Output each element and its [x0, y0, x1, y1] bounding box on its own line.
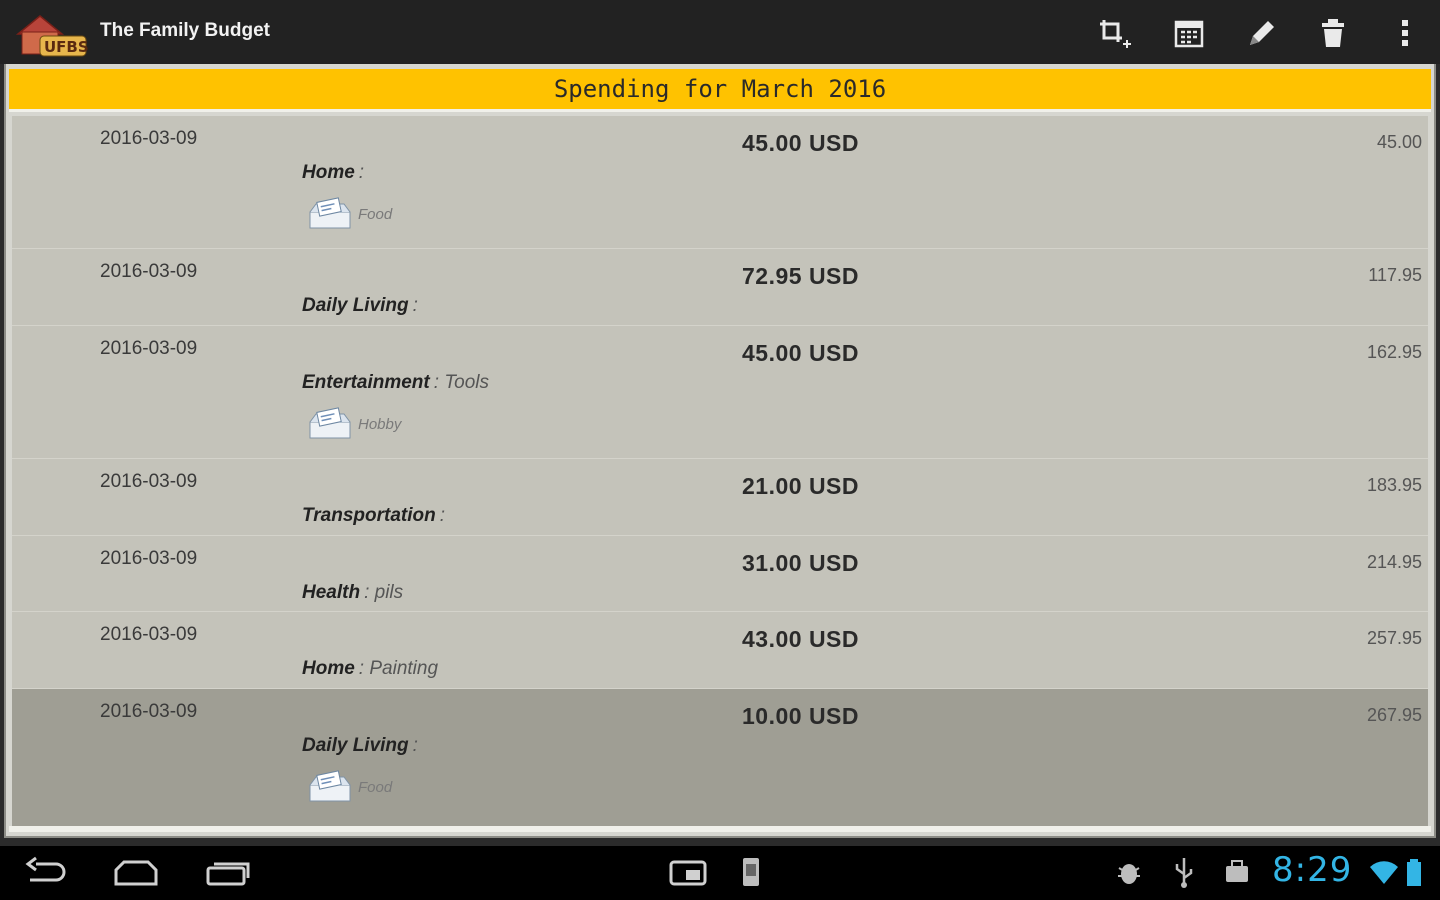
expense-date: 2016-03-09 [100, 624, 198, 645]
expense-category: Home: Painting [302, 658, 438, 680]
crop-icon[interactable] [1096, 14, 1134, 52]
expense-date: 2016-03-09 [100, 128, 198, 149]
tray-icon [306, 406, 354, 442]
action-bar: UFBS The Family Budget [0, 0, 1440, 64]
category-name: Entertainment [302, 372, 430, 393]
expense-amount: 45.00 USD [742, 130, 860, 156]
delete-icon[interactable] [1314, 14, 1352, 52]
expense-date: 2016-03-09 [100, 471, 198, 492]
category-separator: : [364, 582, 370, 603]
category-separator: : [412, 735, 418, 756]
running-total: 257.95 [1366, 628, 1422, 648]
list-bottom-edge [9, 826, 1431, 832]
expense-date: 2016-03-09 [100, 701, 198, 722]
wifi-icon [1368, 858, 1400, 886]
calendar-icon[interactable] [1170, 14, 1208, 52]
expense-amount: 72.95 USD [742, 263, 860, 289]
running-total: 183.95 [1366, 475, 1422, 495]
category-name: Transportation [302, 505, 436, 526]
expense-list[interactable]: 2016-03-09 45.00 USD 45.00 Home: Food 2016-0… [12, 116, 1428, 827]
expense-row[interactable]: 2016-03-09 10.00 USD 267.95 Daily Living: F… [12, 688, 1428, 827]
category-separator: : [358, 162, 365, 183]
back-button[interactable] [22, 854, 70, 890]
clock: 8:29 [1272, 850, 1353, 890]
expense-date: 2016-03-09 [100, 338, 198, 359]
running-total: 117.95 [1368, 265, 1422, 285]
month-header: Spending for March 2016 [9, 69, 1431, 112]
briefcase-icon [1222, 854, 1252, 890]
expense-amount: 43.00 USD [742, 626, 860, 652]
expense-date: 2016-03-09 [100, 548, 198, 569]
home-button[interactable] [110, 854, 162, 890]
running-total: 214.95 [1366, 552, 1422, 572]
running-total: 162.95 [1366, 342, 1422, 362]
tag-label: Hobby [358, 416, 402, 433]
expense-row[interactable]: 2016-03-09 72.95 USD 117.95 Daily Living: [12, 248, 1428, 326]
system-nav-bar: 8:29 [0, 846, 1440, 900]
expense-amount: 21.00 USD [742, 473, 860, 499]
category-name: Daily Living [302, 735, 409, 756]
tag-label: Food [358, 779, 393, 796]
expense-amount: 10.00 USD [742, 703, 860, 729]
category-name: Home [302, 162, 355, 183]
category-name: Health [302, 582, 361, 603]
expense-category: Daily Living: [302, 735, 418, 757]
battery-icon [1404, 858, 1424, 888]
category-separator: : [439, 505, 445, 526]
expense-amount: 45.00 USD [742, 340, 860, 366]
overflow-menu-icon[interactable] [1386, 14, 1424, 52]
tag-label: Food [358, 206, 393, 223]
expense-amount: 31.00 USD [742, 550, 860, 576]
expense-row[interactable]: 2016-03-09 43.00 USD 257.95 Home: Painting [12, 611, 1428, 689]
edit-icon[interactable] [1242, 14, 1280, 52]
category-separator: : [433, 372, 440, 393]
expense-category: Home: [302, 162, 364, 184]
expense-row[interactable]: 2016-03-09 21.00 USD 183.95 Transportation: [12, 458, 1428, 536]
debug-icon [1114, 854, 1144, 890]
running-total: 45.00 [1376, 132, 1422, 152]
recent-apps-button[interactable] [202, 854, 254, 890]
content-frame: Spending for March 2016 2016-03-09 45.00 … [4, 64, 1436, 838]
tray-icon [306, 196, 354, 232]
subcategory-name: Tools [444, 372, 490, 393]
tray-icon [306, 769, 354, 805]
expense-row[interactable]: 2016-03-09 45.00 USD 45.00 Home: Food [12, 116, 1428, 248]
expense-category: Daily Living: [302, 295, 418, 317]
expense-date: 2016-03-09 [100, 261, 198, 282]
expense-category: Health: pils [302, 582, 403, 604]
subcategory-name: Painting [369, 658, 439, 679]
category-separator: : [358, 658, 365, 679]
category-name: Daily Living [302, 295, 409, 316]
device-icon[interactable] [736, 854, 766, 890]
usb-icon [1170, 854, 1198, 890]
subcategory-name: pils [374, 582, 404, 603]
category-name: Home [302, 658, 355, 679]
screenshot-icon[interactable] [666, 854, 710, 890]
expense-category: Transportation: [302, 505, 445, 527]
app-title: The Family Budget [100, 20, 270, 41]
svg-text:UFBS: UFBS [44, 38, 89, 56]
running-total: 267.95 [1366, 705, 1422, 725]
expense-category: Entertainment: Tools [302, 372, 489, 394]
app-logo-icon[interactable]: UFBS [14, 12, 90, 58]
category-separator: : [412, 295, 418, 316]
expense-row[interactable]: 2016-03-09 45.00 USD 162.95 Entertainment: … [12, 325, 1428, 459]
expense-row[interactable]: 2016-03-09 31.00 USD 214.95 Health: pils [12, 535, 1428, 612]
